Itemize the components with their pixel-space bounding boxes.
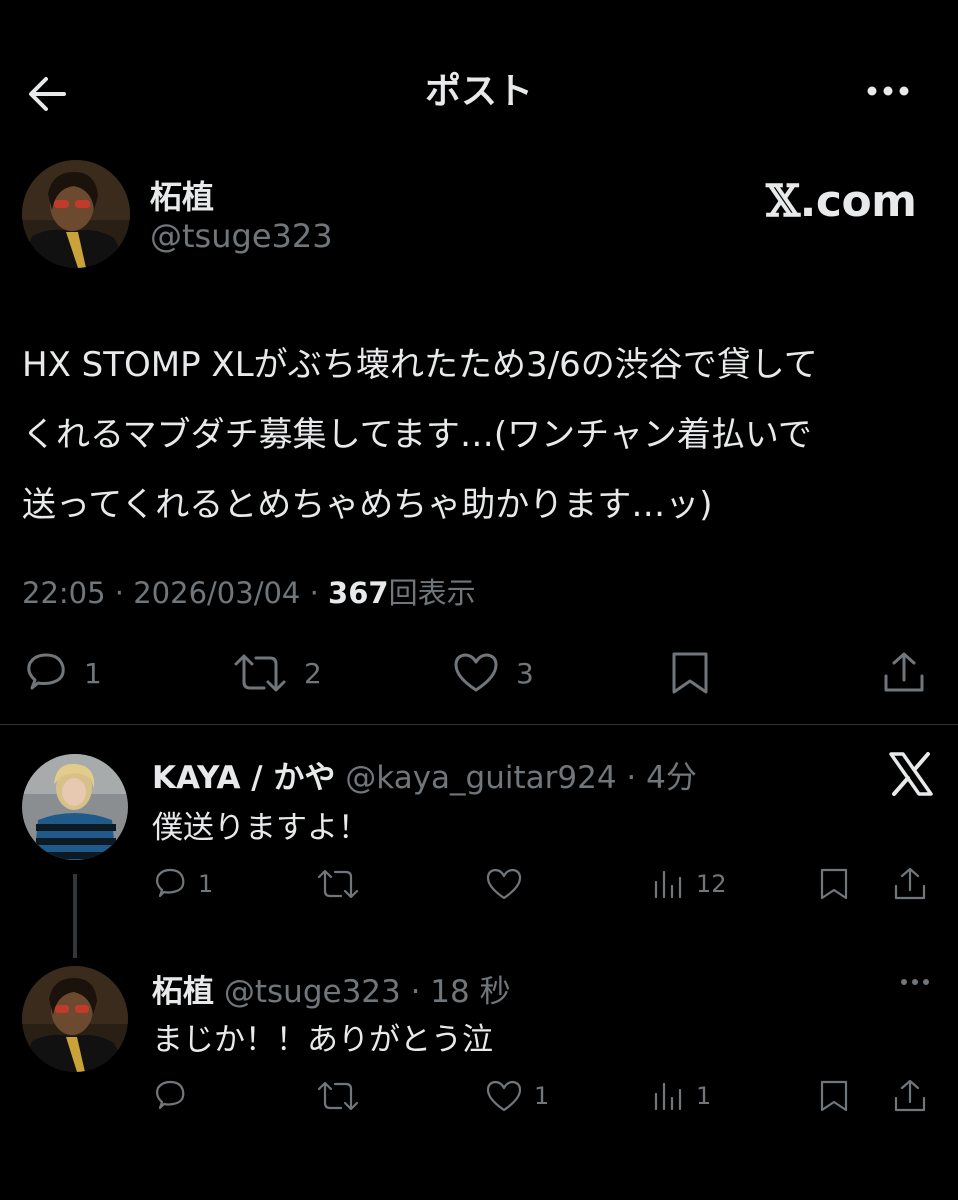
reply-author-handle[interactable]: @tsuge323 [224, 974, 401, 1010]
repost-icon [234, 654, 286, 692]
share-button[interactable] [882, 650, 926, 696]
author-handle[interactable]: @tsuge323 [150, 217, 333, 255]
reply-header: KAYA / かや @kaya_guitar924 · 4分 [152, 760, 697, 796]
like-button[interactable]: 1 [484, 1078, 549, 1114]
reply-more-button[interactable] [896, 970, 936, 994]
x-com-watermark: 𝕏.com [766, 176, 917, 227]
like-count: 3 [516, 656, 534, 690]
post-date: 2026/03/04 [133, 576, 301, 610]
reply-button[interactable]: 1 [22, 650, 102, 696]
bookmark-button[interactable] [816, 866, 852, 902]
page-title: ポスト [424, 71, 533, 112]
reply-header: 柘植 @tsuge323 · 18 秒 [152, 974, 511, 1010]
reply-author-name[interactable]: 柘植 [152, 974, 214, 1010]
bookmark-icon [820, 1080, 848, 1112]
reply-text: まじか！！ありがとう泣 [152, 1022, 493, 1058]
reply-button[interactable]: 1 [152, 866, 213, 902]
author-name[interactable]: 柘植 [150, 172, 214, 218]
reply-time: 4分 [646, 760, 697, 796]
views-button[interactable]: 1 [652, 1078, 711, 1114]
heart-icon [486, 868, 522, 900]
analytics-icon [654, 1082, 682, 1111]
divider [0, 724, 958, 725]
reply-avatar[interactable] [22, 966, 128, 1072]
view-count: 12 [696, 870, 727, 898]
more-button[interactable] [862, 76, 922, 106]
x-logo-icon [888, 752, 934, 796]
author-avatar[interactable] [22, 160, 130, 268]
like-count: 1 [534, 1082, 550, 1110]
repost-count: 2 [304, 656, 322, 690]
reply-author-name[interactable]: KAYA / かや [152, 760, 335, 796]
view-count: 1 [696, 1082, 712, 1110]
post-text: HX STOMP XLがぶち壊れたため3/6の渋谷で貸して くれるマブダチ募集し… [22, 345, 818, 525]
share-icon [894, 1079, 926, 1112]
reply-count: 1 [84, 656, 102, 690]
bookmark-icon [672, 652, 708, 694]
reply-avatar[interactable] [22, 754, 128, 860]
reply-button[interactable] [152, 1078, 198, 1114]
post-time: 22:05 [22, 576, 106, 610]
like-button[interactable]: 3 [452, 650, 534, 696]
bookmark-icon [820, 868, 848, 900]
bookmark-button[interactable] [816, 1078, 852, 1114]
bookmark-button[interactable] [668, 650, 712, 696]
reply-icon [156, 1080, 185, 1110]
repost-button[interactable] [316, 866, 370, 902]
reply-count: 1 [198, 870, 214, 898]
reply-author-handle[interactable]: @kaya_guitar924 [345, 760, 616, 796]
reply-text: 僕送りますよ！ [152, 810, 369, 846]
repost-icon [317, 1081, 359, 1111]
more-horizontal-icon [867, 86, 909, 96]
reply-icon [27, 653, 65, 690]
reply-icon [156, 868, 185, 898]
views-button[interactable]: 12 [652, 866, 727, 902]
share-button[interactable] [892, 866, 928, 902]
views-count: 367 [328, 576, 389, 610]
repost-button[interactable]: 2 [232, 650, 322, 696]
share-button[interactable] [892, 1078, 928, 1114]
repost-icon [317, 869, 359, 899]
share-icon [894, 867, 926, 900]
repost-button[interactable] [316, 1078, 370, 1114]
more-horizontal-icon [901, 979, 929, 985]
like-button[interactable] [484, 866, 534, 902]
reply-time: 18 秒 [430, 974, 511, 1010]
share-icon [884, 652, 924, 692]
thread-line [73, 874, 77, 958]
views-label: 回表示 [388, 576, 476, 610]
analytics-icon [654, 870, 682, 899]
heart-icon [486, 1080, 522, 1112]
post-meta: 22:05 · 2026/03/04 · 367回表示 [22, 576, 476, 610]
heart-icon [454, 653, 498, 692]
